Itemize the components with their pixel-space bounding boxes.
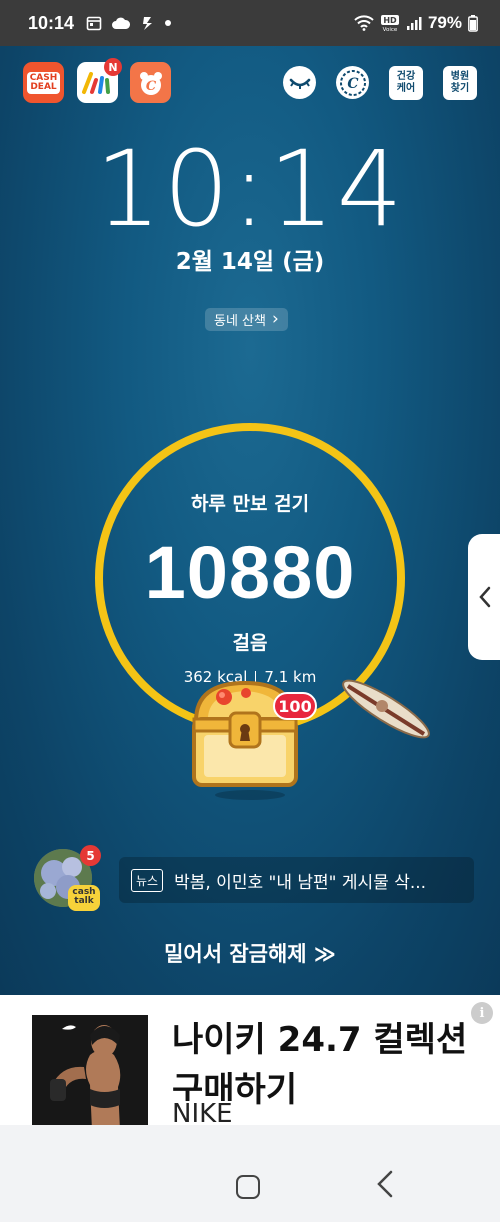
dog-paw-icon: C — [139, 71, 162, 95]
lockscreen-date: 2월 14일 (금) — [175, 249, 325, 275]
neighborhood-walk-chip[interactable]: 동네 산책 › — [205, 308, 288, 331]
calendar-icon — [86, 16, 102, 31]
walk-chip-label: 동네 산책 — [214, 314, 266, 329]
step-count: 10880 — [144, 531, 356, 614]
ad-image[interactable] — [32, 1015, 148, 1125]
chevron-left-icon — [479, 586, 491, 608]
svg-text:Voice: Voice — [383, 27, 398, 32]
back-chevron-icon — [377, 1170, 393, 1198]
health-care-button[interactable]: 건강 케어 — [389, 66, 423, 100]
find-hospital-button[interactable]: 병원 찾기 — [443, 66, 477, 100]
svg-text:C: C — [145, 79, 156, 94]
cashwalk-app-icon[interactable]: C — [130, 62, 171, 103]
battery-icon — [468, 14, 478, 32]
sync-icon — [143, 17, 153, 30]
stripes-app-icon[interactable]: N — [77, 58, 122, 103]
pedometer-title: 하루 만보 걷기 — [190, 493, 310, 515]
ad-brand: NIKE — [172, 1101, 243, 1125]
signal-icon — [406, 17, 422, 30]
cash-deal-app-icon[interactable]: CASH DEAL — [23, 62, 64, 103]
surfboard-icon[interactable] — [338, 668, 434, 750]
eye-icon[interactable] — [283, 66, 316, 99]
avatar-count-badge: 5 — [80, 845, 101, 866]
cloud-icon — [112, 17, 131, 29]
news-ticker[interactable]: 뉴스 박봄, 이민호 "내 남편" 게시물 삭... — [119, 857, 474, 903]
chevron-right-icon: › — [271, 309, 279, 329]
home-button[interactable] — [236, 1175, 260, 1199]
cash-deal-label-2: DEAL — [30, 81, 57, 92]
cashtalk-label-2: talk — [74, 896, 94, 906]
ad-banner[interactable]: 나이키 24.7 컬렉션 구매하기 NIKE i — [0, 995, 500, 1125]
nike-model-image — [32, 1015, 148, 1125]
svg-text:C: C — [347, 76, 358, 92]
lockscreen-clock: 10:14 — [0, 128, 500, 250]
wifi-icon — [354, 15, 374, 31]
reward-badge: 100 — [273, 692, 317, 720]
new-badge: N — [104, 58, 122, 76]
status-icons-right: HD Voice 79% — [354, 13, 478, 33]
swipe-to-unlock-text[interactable]: 밀어서 잠금해제 ≫ — [0, 938, 500, 968]
info-icon[interactable]: i — [471, 1002, 493, 1024]
ad-title: 나이키 24.7 컬렉션 — [172, 1020, 468, 1060]
health-care-label: 건강 케어 — [396, 71, 416, 94]
status-time: 10:14 — [28, 12, 75, 33]
edge-panel-handle[interactable] — [468, 534, 500, 660]
status-bar: 10:14 HD Voice 79% — [0, 0, 500, 46]
step-unit: 걸음 — [232, 632, 268, 654]
hd-voice-icon: HD Voice — [380, 15, 399, 32]
notification-dot — [165, 20, 172, 26]
battery-percent: 79% — [427, 13, 462, 32]
navigation-bar — [0, 1125, 500, 1222]
status-icons-left — [86, 14, 172, 32]
cash-deal-logo: CASH DEAL — [26, 71, 61, 94]
coin-c-icon[interactable]: C — [336, 66, 369, 99]
clock-text: 10:14 — [95, 128, 405, 250]
find-hospital-label: 병원 찾기 — [450, 71, 470, 94]
news-headline: 박봄, 이민호 "내 남편" 게시물 삭... — [174, 872, 427, 893]
svg-text:HD: HD — [383, 16, 397, 25]
cashtalk-badge: cash talk — [68, 885, 100, 911]
news-tag: 뉴스 — [131, 868, 164, 892]
back-button[interactable] — [376, 1170, 394, 1206]
